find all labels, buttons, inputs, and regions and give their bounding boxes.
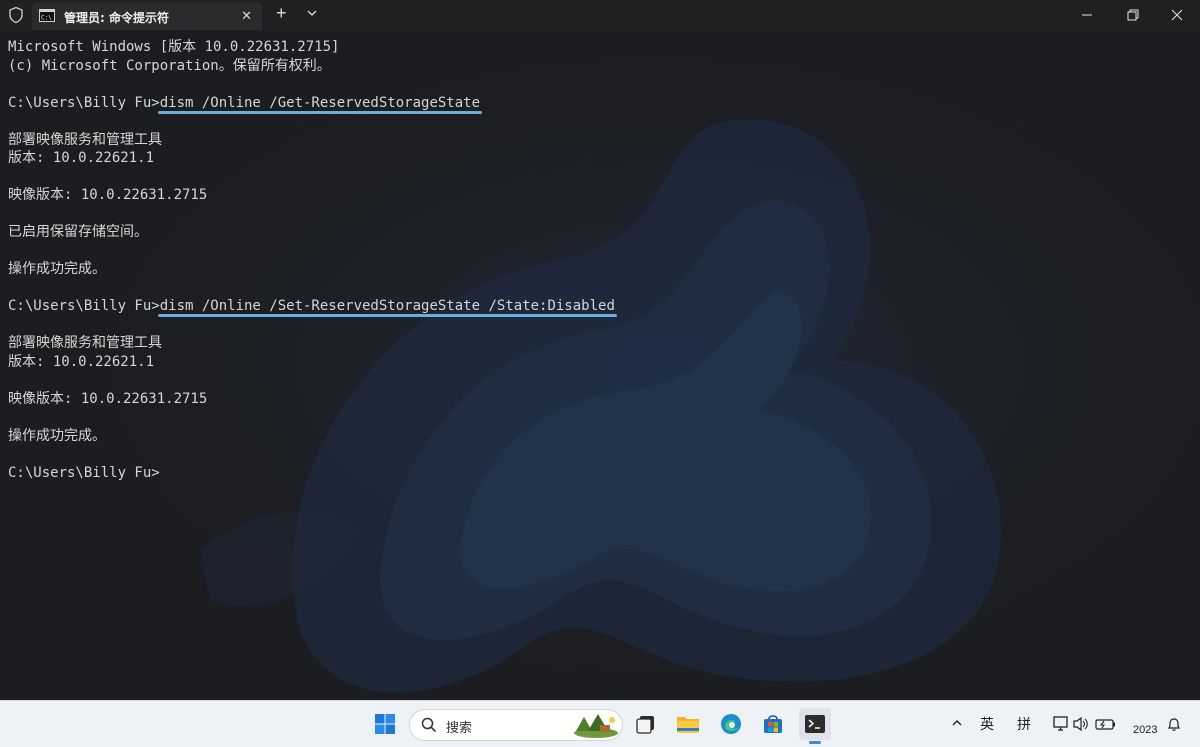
output-line: 操作成功完成。 [8,261,106,277]
terminal-output: Microsoft Windows [版本 10.0.22631.2715] (c… [8,38,617,483]
bell-icon[interactable] [1166,716,1182,732]
command-text: dism /Online /Get-ReservedStorageState [157,95,483,114]
output-line: 映像版本: 10.0.22631.2715 [8,390,208,407]
prompt-line: C:\Users\Billy Fu>dism /Online /Set-Rese… [8,297,617,317]
output-line: 版本: 10.0.22621.1 [8,353,155,370]
command-highlight-underline [157,110,483,114]
store-icon [764,715,782,733]
microsoft-store-button[interactable] [757,708,789,740]
close-window-button[interactable] [1154,0,1200,30]
clock-year[interactable]: 2023 [1133,724,1157,736]
title-bar: C:\ 管理员: 命令提示符 ✕ + [0,0,1200,30]
prompt-path: C:\Users\Billy Fu> [8,464,160,481]
battery-icon [1095,719,1115,730]
taskbar-search-box[interactable]: 搜索 [409,709,623,741]
search-icon [421,717,437,733]
prompt-line: C:\Users\Billy Fu> [8,464,615,483]
tab-command-prompt[interactable]: C:\ 管理员: 命令提示符 ✕ [32,2,262,30]
command-highlight-underline [157,314,617,317]
task-view-icon [636,716,654,734]
new-tab-button[interactable]: + [276,3,287,24]
prompt-path: C:\Users\Billy Fu> [8,298,160,314]
command-prompt-icon: C:\ [39,9,55,22]
output-line: Microsoft Windows [版本 10.0.22631.2715] [8,39,340,55]
terminal-taskbar-button[interactable] [799,708,831,744]
output-line: (c) Microsoft Corporation。保留所有权利。 [8,57,331,74]
output-line: 版本: 10.0.22621.1 [8,150,155,166]
search-highlight-illustration [574,714,618,738]
chevron-down-icon[interactable] [305,6,319,20]
search-label: 搜索 [446,721,473,736]
start-button[interactable] [369,708,401,740]
shield-icon [9,6,23,24]
system-tray-icons[interactable] [1052,714,1122,734]
output-line: 映像版本: 10.0.22631.2715 [8,187,208,203]
output-line: 部署映像服务和管理工具 [8,335,162,351]
prompt-path: C:\Users\Billy Fu> [8,94,160,111]
close-icon [1171,9,1183,21]
command-text: dism /Online /Set-ReservedStorageState /… [157,298,617,317]
restore-button[interactable] [1110,0,1156,30]
volume-icon [1073,716,1088,732]
taskbar: 搜索 英 拼 2023 [0,700,1200,747]
file-explorer-button[interactable] [672,708,704,740]
network-icon [1053,716,1068,731]
restore-icon [1127,9,1139,21]
file-explorer-icon [677,717,699,733]
task-view-button[interactable] [630,708,662,740]
output-line: 部署映像服务和管理工具 [8,131,162,148]
edge-browser-button[interactable] [715,708,747,740]
windows-start-icon [375,714,395,734]
minimize-button[interactable] [1064,0,1110,30]
terminal-window[interactable]: Microsoft Windows [版本 10.0.22631.2715] (c… [0,30,1200,700]
svg-text:C:\: C:\ [41,15,52,22]
tab-title: 管理员: 命令提示符 [64,11,169,25]
output-line: 操作成功完成。 [8,427,106,444]
edge-icon [721,714,741,734]
close-tab-button[interactable]: ✕ [241,8,252,24]
chevron-up-icon[interactable] [950,716,964,730]
input-method-indicator[interactable]: 拼 [1017,714,1031,734]
input-language-indicator[interactable]: 英 [980,714,994,734]
output-line: 已启用保留存储空间。 [8,224,148,240]
prompt-line: C:\Users\Billy Fu>dism /Online /Get-Rese… [8,94,615,114]
minimize-icon [1082,14,1092,16]
terminal-icon [805,715,825,733]
